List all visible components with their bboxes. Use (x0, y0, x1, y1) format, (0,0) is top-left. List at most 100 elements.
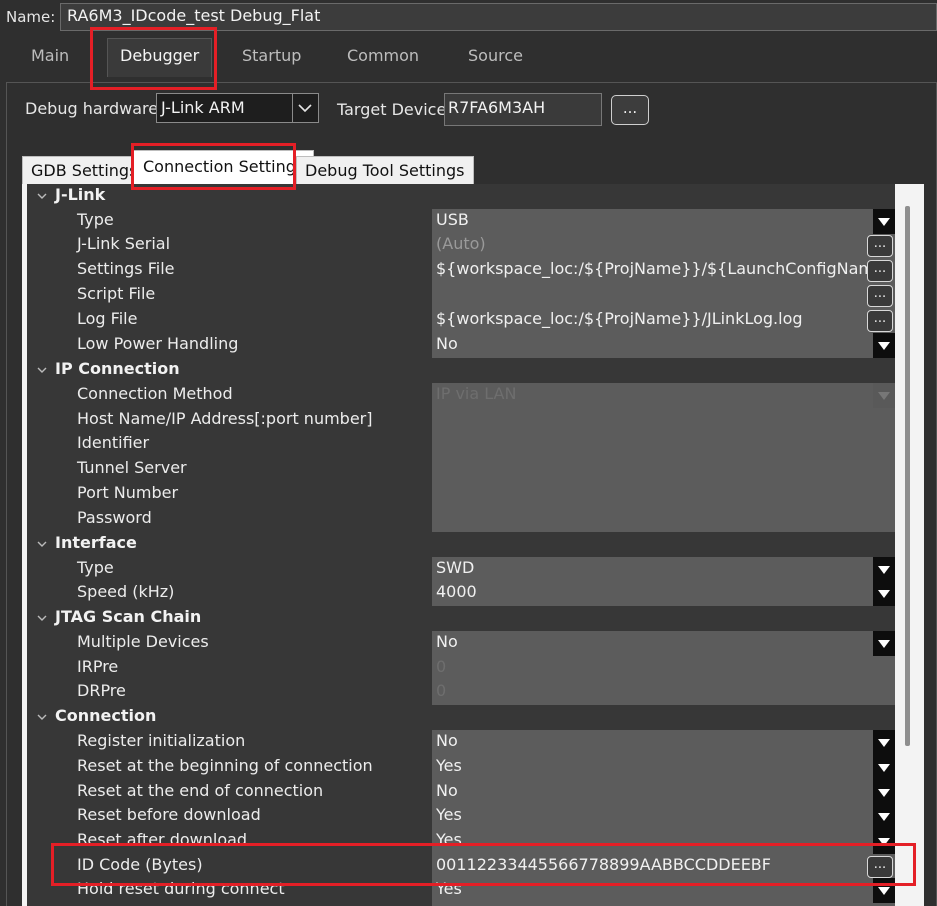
jlink-serial-value[interactable]: (Auto) ... (432, 233, 895, 258)
tab-gdb-settings[interactable]: GDB Settings (22, 156, 147, 186)
debug-hardware-label: Debug hardware: (25, 99, 164, 118)
group-label: Interface (55, 533, 137, 552)
prop-label: Hold reset during connect (77, 879, 285, 898)
low-power-value[interactable]: No (432, 333, 895, 358)
prop-label: Log File (77, 309, 138, 328)
script-file-browse-button[interactable]: ... (867, 285, 893, 307)
group-label: IP Connection (55, 359, 180, 378)
log-file-value[interactable]: ${workspace_loc:/${ProjName}}/JLinkLog.l… (432, 308, 895, 333)
vertical-scrollbar[interactable] (898, 184, 924, 906)
dropdown-arrow-icon (873, 383, 895, 408)
prop-label: J-Link Serial (77, 234, 171, 253)
collapse-caret-icon[interactable] (36, 711, 48, 723)
group-jtag-scan-chain[interactable]: JTAG Scan Chain (27, 606, 895, 631)
group-label: J-Link (55, 185, 106, 204)
dropdown-arrow-icon[interactable] (873, 780, 895, 805)
prop-label: Settings File (77, 259, 175, 278)
value-text: Yes (436, 830, 462, 849)
name-field[interactable]: RA6M3_IDcode_test Debug_Flat (60, 3, 937, 31)
prop-host-name: Host Name/IP Address[:port number] (27, 408, 895, 433)
prop-label: Connection Method (77, 384, 233, 403)
prop-port-number: Port Number (27, 482, 895, 507)
value-text: USB (436, 210, 469, 229)
dropdown-arrow-icon[interactable] (873, 755, 895, 780)
reset-end-value[interactable]: No (432, 780, 895, 805)
dropdown-arrow-icon[interactable] (873, 581, 895, 606)
tab-source[interactable]: Source (468, 46, 523, 65)
dropdown-arrow-icon[interactable] (873, 209, 895, 234)
group-ip-connection[interactable]: IP Connection (27, 358, 895, 383)
collapse-caret-icon[interactable] (36, 538, 48, 550)
dropdown-arrow-icon[interactable] (873, 730, 895, 755)
settings-file-browse-button[interactable]: ... (867, 260, 893, 282)
prop-label: Password (77, 508, 152, 527)
script-file-value[interactable]: ... (432, 283, 895, 308)
prop-label: Identifier (77, 433, 150, 452)
prop-label: Reset at the beginning of connection (77, 756, 373, 775)
value-text: (Auto) (436, 234, 486, 253)
dropdown-arrow-icon[interactable] (873, 878, 895, 903)
speed-value[interactable]: 4000 (432, 581, 895, 606)
collapse-caret-icon[interactable] (36, 190, 48, 202)
value-text: ${workspace_loc:/${ProjName}}/${LaunchCo… (436, 259, 868, 278)
group-connection[interactable]: Connection (27, 705, 895, 730)
prop-label: DRPre (77, 681, 126, 700)
tab-main[interactable]: Main (31, 46, 69, 65)
prop-identifier: Identifier (27, 432, 895, 457)
prop-label: Register initialization (77, 731, 246, 750)
dropdown-arrow-icon[interactable] (873, 829, 895, 854)
target-device-field[interactable]: R7FA6M3AH (444, 93, 602, 126)
prop-password: Password (27, 507, 895, 532)
tab-startup[interactable]: Startup (242, 46, 301, 65)
group-jlink[interactable]: J-Link (27, 184, 895, 209)
target-device-browse-button[interactable]: ... (611, 95, 649, 125)
interface-type-value[interactable]: SWD (432, 557, 895, 582)
target-device-label: Target Device: (337, 100, 452, 119)
value-text: Yes (436, 879, 462, 898)
tab-debug-tool-settings[interactable]: Debug Tool Settings (296, 156, 474, 186)
tab-common[interactable]: Common (347, 46, 419, 65)
name-row: Name: RA6M3_IDcode_test Debug_Flat (0, 0, 937, 34)
collapse-caret-icon[interactable] (36, 364, 48, 376)
dropdown-arrow-icon[interactable] (873, 631, 895, 656)
debug-hardware-value: J-Link ARM (161, 98, 245, 117)
register-init-value[interactable]: No (432, 730, 895, 755)
prop-label: Speed (kHz) (77, 582, 175, 601)
debug-hardware-select[interactable]: J-Link ARM (156, 93, 319, 123)
prop-label: Script File (77, 284, 156, 303)
jlink-serial-browse-button[interactable]: ... (867, 235, 893, 257)
reset-before-value[interactable]: Yes (432, 804, 895, 829)
drpre-value: 0 (432, 680, 895, 705)
collapse-caret-icon[interactable] (36, 612, 48, 624)
prop-label: Type (77, 210, 114, 229)
id-code-value[interactable]: 00112233445566778899AABBCCDDEEBF ... (432, 854, 895, 879)
id-code-browse-button[interactable]: ... (867, 856, 893, 878)
value-text: No (436, 781, 458, 800)
property-grid: J-Link Type J-Link Serial Settings File … (27, 184, 895, 906)
tab-debugger[interactable]: Debugger (107, 38, 213, 77)
value-text: 4000 (436, 582, 477, 601)
dropdown-arrow-icon[interactable] (873, 557, 895, 582)
settings-file-value[interactable]: ${workspace_loc:/${ProjName}}/${LaunchCo… (432, 258, 895, 283)
dropdown-arrow-icon[interactable] (873, 333, 895, 358)
scrollbar-thumb[interactable] (905, 206, 910, 746)
value-text: 0 (436, 681, 447, 700)
tab-connection-settings[interactable]: Connection Settings (133, 150, 315, 186)
multiple-devices-value[interactable]: No (432, 631, 895, 656)
prop-label: ID Code (Bytes) (77, 855, 203, 874)
prop-label: Reset after download (77, 830, 248, 849)
value-text: No (436, 334, 458, 353)
prop-label: Tunnel Server (77, 458, 187, 477)
jlink-type-value[interactable]: USB (432, 209, 895, 234)
group-interface[interactable]: Interface (27, 532, 895, 557)
connection-settings-panel: J-Link Type J-Link Serial Settings File … (22, 184, 924, 906)
log-file-browse-button[interactable]: ... (867, 310, 893, 332)
hold-reset-value[interactable]: Yes (432, 878, 895, 903)
value-text: Yes (436, 756, 462, 775)
value-text: ${workspace_loc:/${ProjName}}/JLinkLog.l… (436, 309, 803, 328)
settings-tab-bar: GDB Settings Connection Settings Debug T… (22, 150, 922, 186)
reset-after-value[interactable]: Yes (432, 829, 895, 854)
name-label: Name: (6, 8, 56, 26)
dropdown-arrow-icon[interactable] (873, 804, 895, 829)
reset-begin-value[interactable]: Yes (432, 755, 895, 780)
